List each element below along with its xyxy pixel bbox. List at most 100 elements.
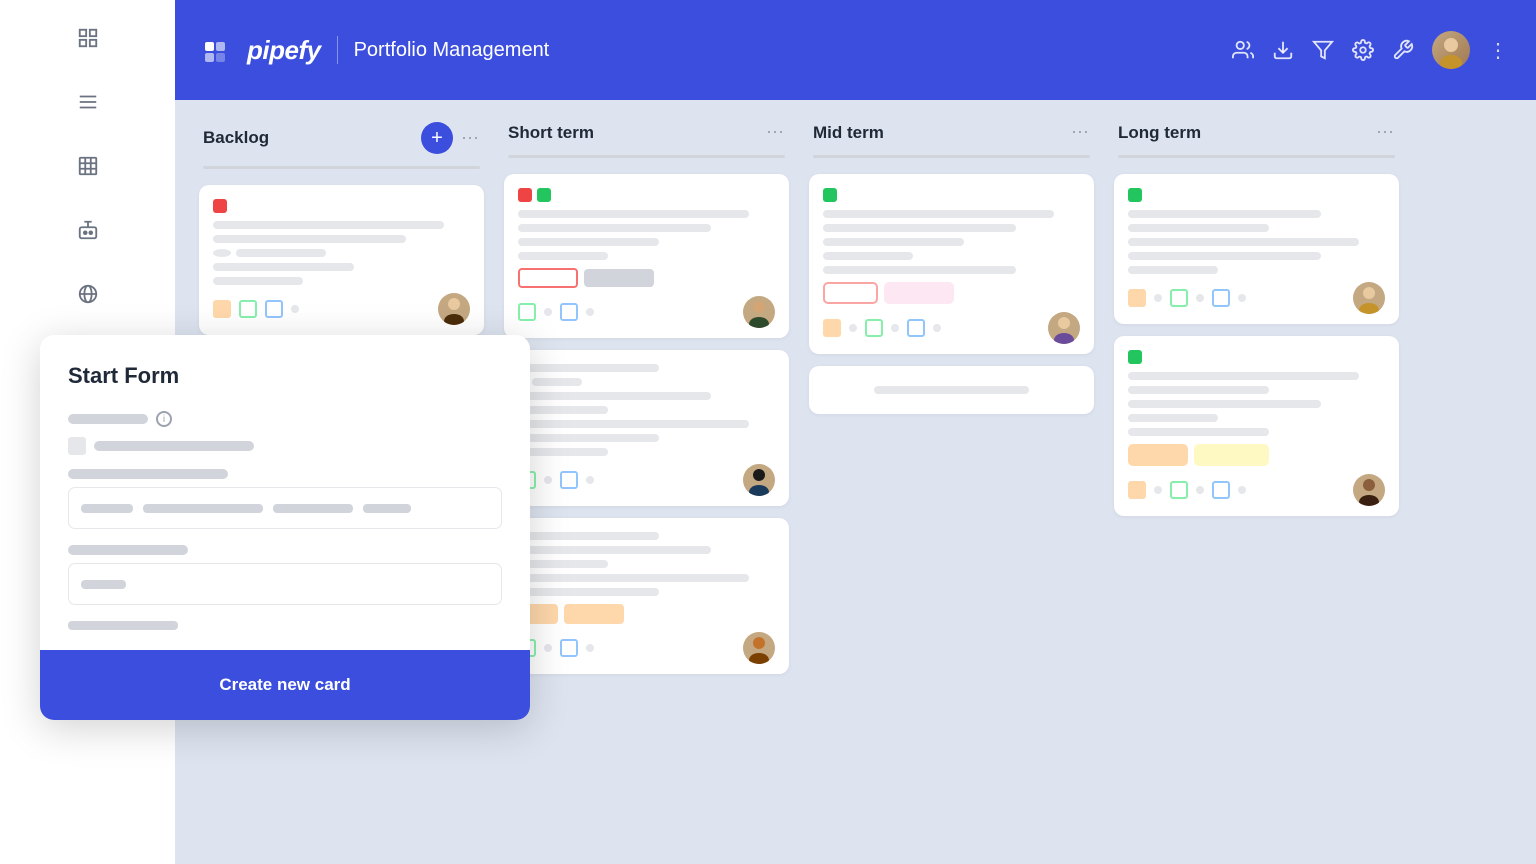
more-options-icon[interactable]: ⋮: [1488, 38, 1508, 63]
card-short-2-footer: [518, 464, 775, 496]
wrench-action-icon[interactable]: [1392, 39, 1414, 61]
card-line: [1128, 210, 1321, 218]
sidebar-icon-globe[interactable]: [70, 276, 106, 312]
create-card-button[interactable]: Create new card: [40, 650, 530, 720]
column-short-term-line: [508, 155, 785, 158]
tag-green: [1128, 188, 1142, 202]
column-backlog-line: [203, 166, 480, 169]
card-line: [518, 574, 749, 582]
form-attachment-row: [68, 437, 502, 455]
card-short-1[interactable]: [504, 174, 789, 338]
header: pipefy Portfolio Management: [175, 0, 1536, 100]
card-dot: [1196, 486, 1204, 494]
card-avatar: [1353, 474, 1385, 506]
card-footer-icon: [1128, 289, 1146, 307]
card-short-3-badges: [518, 604, 775, 624]
sidebar-icon-table[interactable]: [70, 148, 106, 184]
card-line: [518, 560, 608, 568]
card-backlog-1-lines: [213, 221, 470, 285]
card-dot: [544, 308, 552, 316]
header-divider: [337, 36, 338, 64]
card-long-2-footer: [1128, 474, 1385, 506]
loading-indicator: [874, 386, 1028, 394]
settings-action-icon[interactable]: [1352, 39, 1374, 61]
start-form-title: Start Form: [68, 363, 502, 389]
card-line: [518, 210, 749, 218]
import-action-icon[interactable]: [1272, 39, 1294, 61]
header-actions: ⋮: [1232, 0, 1508, 100]
form-info-icon: i: [156, 411, 172, 427]
card-dot: [1154, 294, 1162, 302]
card-avatar: [438, 293, 470, 325]
card-mid-1[interactable]: [809, 174, 1094, 354]
badge-outline: [518, 268, 578, 288]
column-mid-term-title: Mid term: [813, 123, 1063, 143]
column-mid-term-header: Mid term ⋯: [809, 122, 1094, 143]
logo: pipefy: [203, 34, 321, 66]
card-long-2[interactable]: [1114, 336, 1399, 516]
badge-pink: [884, 282, 954, 304]
card-short-2[interactable]: [504, 350, 789, 506]
card-line: [1128, 266, 1218, 274]
input-seg: [81, 580, 126, 589]
card-dot: [586, 644, 594, 652]
filter-action-icon[interactable]: [1312, 39, 1334, 61]
input-seg: [363, 504, 411, 513]
card-line: [236, 249, 326, 257]
card-dot: [1154, 486, 1162, 494]
tag-green: [823, 188, 837, 202]
card-mid-1-lines: [823, 210, 1080, 274]
card-line: [1128, 252, 1321, 260]
card-avatar: [743, 296, 775, 328]
users-action-icon[interactable]: [1232, 39, 1254, 61]
card-footer-icon: [1170, 481, 1188, 499]
column-short-term: Short term ⋯: [504, 122, 789, 842]
card-backlog-1-tags: [213, 199, 470, 213]
card-footer-icon: [1128, 481, 1146, 499]
sidebar-icon-list[interactable]: [70, 84, 106, 120]
card-long-1[interactable]: [1114, 174, 1399, 324]
form-input-1[interactable]: [68, 487, 502, 529]
card-short-2-lines: [518, 364, 775, 456]
form-label-line: [68, 545, 188, 555]
column-short-term-more[interactable]: ⋯: [766, 122, 785, 143]
card-line: [213, 277, 303, 285]
card-dot: [849, 324, 857, 332]
card-line: [823, 266, 1016, 274]
card-long-2-badges: [1128, 444, 1385, 466]
column-mid-term-more[interactable]: ⋯: [1071, 122, 1090, 143]
card-footer-icon-1: [213, 300, 231, 318]
card-line: [518, 406, 608, 414]
card-short-3[interactable]: [504, 518, 789, 674]
card-avatar: [743, 632, 775, 664]
form-field-3-label-row: [68, 545, 502, 555]
column-backlog-add-btn[interactable]: +: [421, 122, 453, 154]
badge-outline-pink: [823, 282, 878, 304]
column-long-term-more[interactable]: ⋯: [1376, 122, 1395, 143]
column-backlog-more[interactable]: ⋯: [461, 128, 480, 149]
card-backlog-1-footer: [213, 293, 470, 325]
card-dot: [586, 308, 594, 316]
card-line: [518, 546, 711, 554]
card-mid-1-footer: [823, 312, 1080, 344]
card-backlog-1[interactable]: [199, 185, 484, 335]
card-footer-icon: [1212, 289, 1230, 307]
input-seg: [273, 504, 353, 513]
form-more-options: [68, 621, 178, 630]
card-dot: [586, 476, 594, 484]
app-name: pipefy: [247, 35, 321, 66]
sidebar-icon-bot[interactable]: [70, 212, 106, 248]
card-line: [518, 532, 659, 540]
card-short-1-tags: [518, 188, 775, 202]
card-line: [823, 238, 964, 246]
user-avatar[interactable]: [1432, 31, 1470, 69]
sidebar-icon-grid[interactable]: [70, 20, 106, 56]
form-attachment-label: [94, 441, 254, 451]
card-line: [213, 221, 444, 229]
card-line: [1128, 238, 1359, 246]
card-line: [518, 238, 659, 246]
card-mid-loading: [809, 366, 1094, 414]
form-input-2[interactable]: [68, 563, 502, 605]
column-mid-term: Mid term ⋯: [809, 122, 1094, 842]
form-input-1-group: [68, 487, 502, 529]
